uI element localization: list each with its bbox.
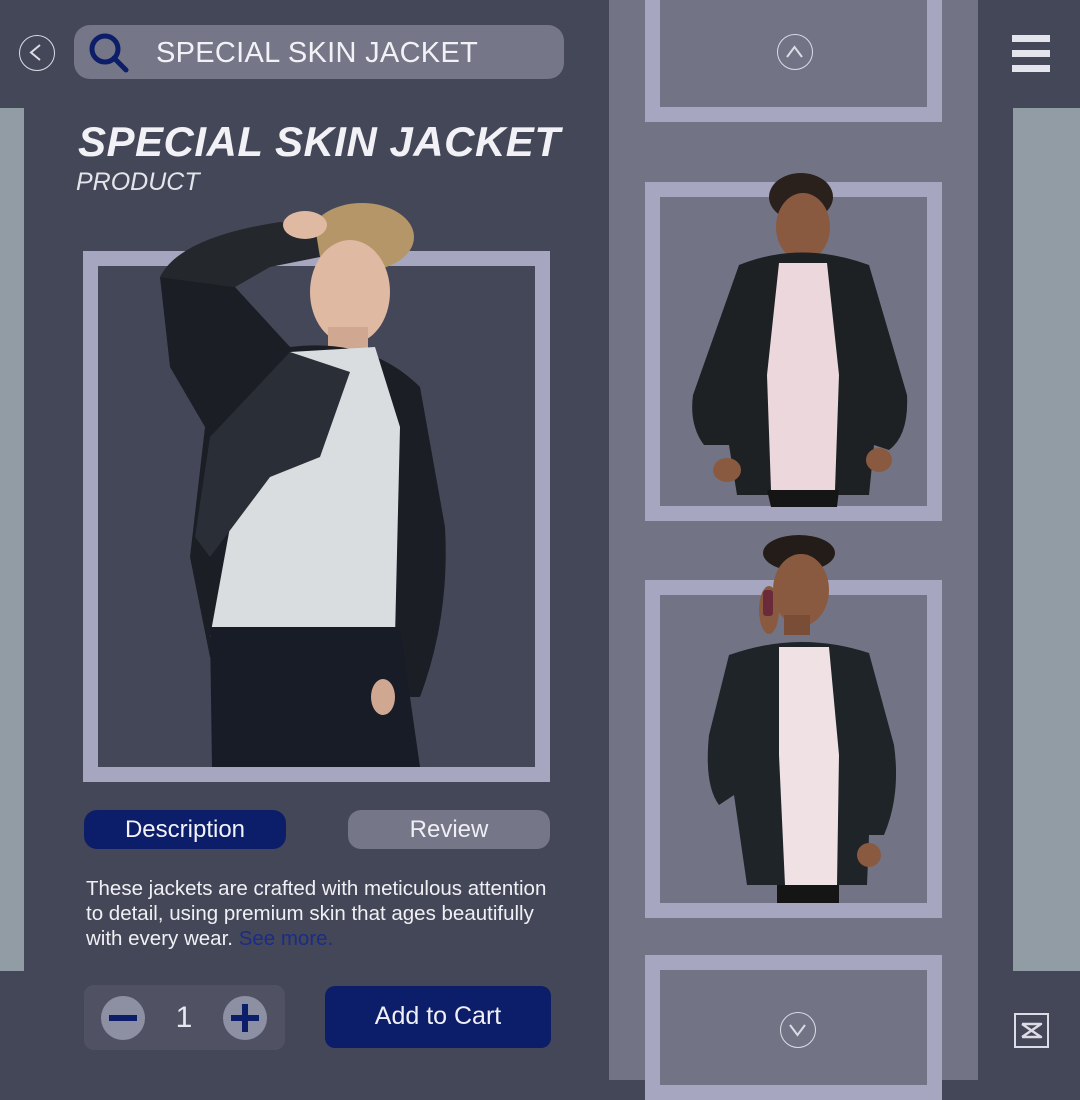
decrease-quantity-button[interactable] — [101, 996, 145, 1040]
gallery-panel — [609, 0, 978, 1100]
capcut-logo-icon — [1021, 1022, 1043, 1039]
hamburger-menu-icon — [1012, 35, 1050, 72]
add-to-cart-button[interactable]: Add to Cart — [325, 986, 551, 1048]
tab-review[interactable]: Review — [348, 810, 550, 849]
product-description: These jackets are crafted with meticulou… — [86, 876, 556, 951]
chevron-up-icon — [786, 45, 803, 58]
scroll-down-button[interactable] — [780, 1012, 816, 1048]
quantity-value: 1 — [175, 1001, 193, 1034]
search-icon[interactable] — [86, 30, 130, 74]
scroll-up-button[interactable] — [777, 34, 813, 70]
search-input[interactable]: SPECIAL SKIN JACKET — [156, 25, 478, 79]
plus-icon — [231, 1004, 259, 1032]
chevron-left-icon — [29, 44, 41, 61]
chevron-down-icon — [789, 1024, 806, 1037]
main-product-image — [160, 203, 446, 767]
right-edge-strip — [1013, 108, 1080, 971]
menu-button[interactable] — [1012, 35, 1050, 73]
tab-description[interactable]: Description — [84, 810, 286, 849]
brand-logo — [1014, 1013, 1049, 1048]
product-subtitle: PRODUCT — [76, 168, 200, 196]
thumbnail-1-model-image — [692, 173, 908, 507]
minus-icon — [109, 1015, 137, 1021]
back-button[interactable] — [19, 35, 55, 71]
left-edge-strip — [0, 108, 24, 971]
product-title: SPECIAL SKIN JACKET — [78, 118, 561, 165]
thumbnail-2-model-image — [707, 535, 897, 903]
search-bar[interactable]: SPECIAL SKIN JACKET — [74, 25, 564, 79]
quantity-stepper: 1 — [84, 985, 285, 1050]
see-more-link[interactable]: See more. — [239, 927, 334, 950]
increase-quantity-button[interactable] — [223, 996, 267, 1040]
